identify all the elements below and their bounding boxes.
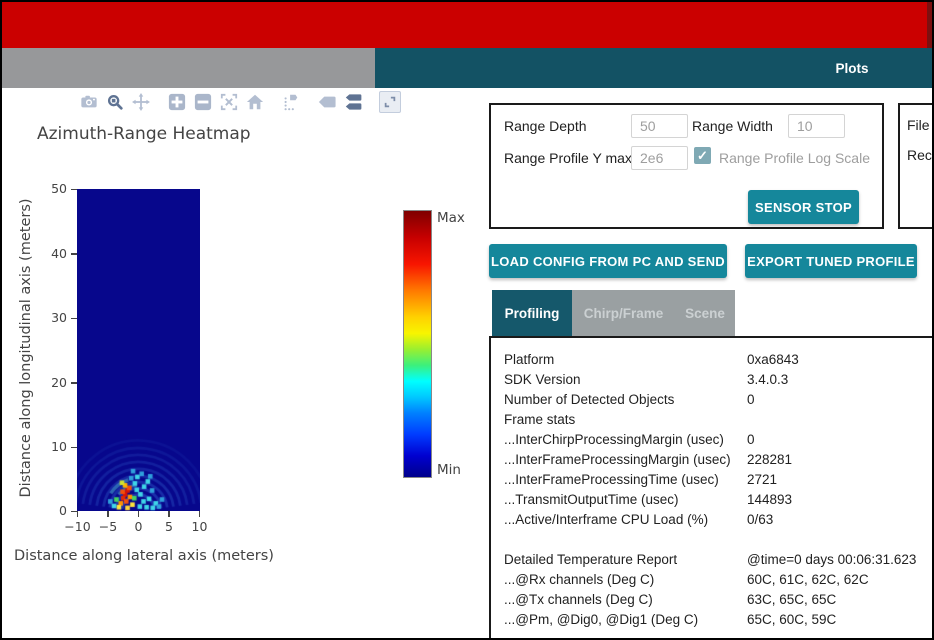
plot-title: Azimuth-Range Heatmap <box>37 124 251 144</box>
table-row: ...InterFrameProcessingMargin (usec) 2282… <box>504 452 793 467</box>
hover-closest-icon[interactable] <box>317 92 337 112</box>
range-width-label: Range Width <box>692 118 773 134</box>
azimuth-range-heatmap[interactable] <box>77 189 200 511</box>
tab-chirp-frame[interactable]: Chirp/Frame <box>572 290 675 336</box>
log-scale-checkbox[interactable]: ✓ <box>694 147 711 164</box>
colorbar-max-label: Max <box>437 210 465 226</box>
range-width-input[interactable] <box>788 114 845 138</box>
spikelines-icon[interactable] <box>281 92 301 112</box>
plot-controls-panel: Range Depth Range Width Range Profile Y … <box>489 103 884 229</box>
table-row <box>491 530 934 550</box>
export-profile-button[interactable]: EXPORT TUNED PROFILE <box>745 244 917 278</box>
colorbar <box>403 210 432 478</box>
profiling-table: Platform 0xa6843 SDK Version 3.4.0.3 Number … <box>489 336 934 640</box>
load-config-button[interactable]: LOAD CONFIG FROM PC AND SEND <box>489 244 727 278</box>
home-icon[interactable] <box>245 92 265 112</box>
info-tabbar: Profiling Chirp/Frame Scene <box>492 290 735 336</box>
tab-plots[interactable]: Plots <box>812 48 892 88</box>
range-profile-ymax-input[interactable] <box>631 146 688 170</box>
table-row: Platform 0xa6843 <box>504 352 799 367</box>
zoom-in-icon[interactable] <box>167 92 187 112</box>
tab-scene[interactable]: Scene <box>675 290 735 336</box>
zoom-out-icon[interactable] <box>193 92 213 112</box>
hover-compare-icon[interactable] <box>343 92 363 112</box>
fullscreen-icon[interactable] <box>379 91 401 113</box>
tab-profiling[interactable]: Profiling <box>492 290 572 336</box>
top-banner <box>0 0 934 48</box>
table-row: ...InterFrameProcessingTime (usec) 2721 <box>504 472 778 487</box>
autoscale-icon[interactable] <box>219 92 239 112</box>
range-profile-ymax-label: Range Profile Y max <box>504 150 632 166</box>
table-row: Number of Detected Objects 0 <box>504 392 755 407</box>
table-row: SDK Version 3.4.0.3 <box>504 372 789 387</box>
zoom-icon[interactable] <box>105 92 125 112</box>
colorbar-min-label: Min <box>437 462 461 478</box>
record-label: Rec <box>907 147 932 163</box>
x-axis-label: Distance along lateral axis (meters) <box>14 548 274 564</box>
y-axis-label: Distance along longitudinal axis (meters… <box>18 198 34 498</box>
table-row: ...TransmitOutputTime (usec) 144893 <box>504 492 793 507</box>
plot-modebar <box>79 91 407 113</box>
file-label: File <box>907 117 930 133</box>
table-row: Detailed Temperature Report @time=0 days … <box>504 552 917 567</box>
sensor-stop-button[interactable]: SENSOR STOP <box>748 190 859 224</box>
table-row: ...InterChirpProcessingMargin (usec) 0 <box>504 432 755 447</box>
pan-icon[interactable] <box>131 92 151 112</box>
range-depth-label: Range Depth <box>504 118 587 134</box>
file-record-panel: File Rec <box>898 103 934 229</box>
table-row: ...@Rx channels (Deg C) 60C, 61C, 62C, 62… <box>504 572 869 587</box>
log-scale-label: Range Profile Log Scale <box>719 150 870 166</box>
table-row: ...@Pm, @Dig0, @Dig1 (Deg C) 65C, 60C, 59… <box>504 612 837 627</box>
camera-icon[interactable] <box>79 92 99 112</box>
range-depth-input[interactable] <box>631 114 688 138</box>
nav-bar-left-gray <box>0 48 375 88</box>
banner-right-edge <box>927 2 932 48</box>
table-row: ...Active/Interframe CPU Load (%) 0/63 <box>504 512 774 527</box>
table-row: Frame stats <box>504 412 576 427</box>
table-row: ...@Tx channels (Deg C) 63C, 65C, 65C <box>504 592 837 607</box>
